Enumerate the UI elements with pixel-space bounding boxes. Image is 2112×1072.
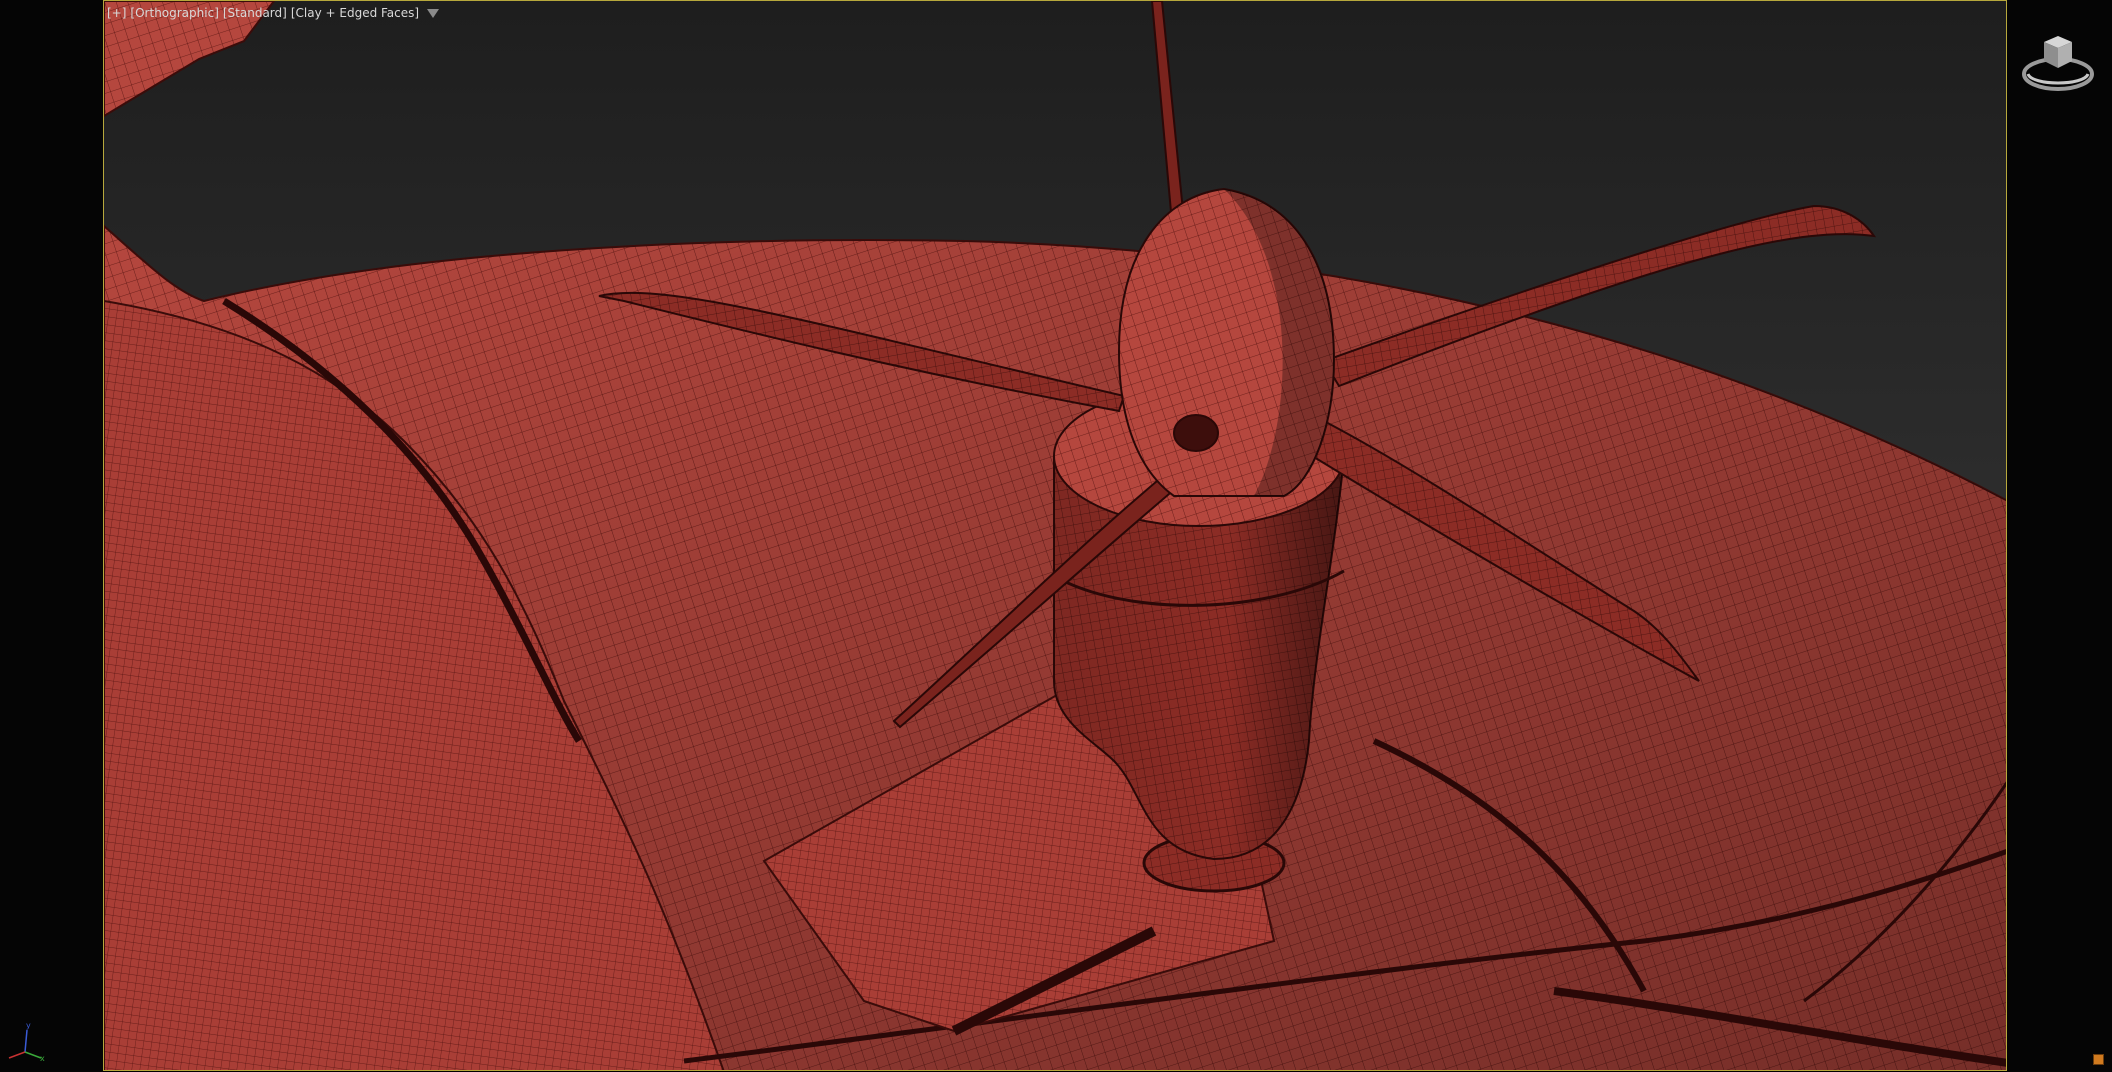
- viewport-shading-mode[interactable]: [Clay + Edged Faces]: [291, 6, 419, 20]
- scene-render[interactable]: [104, 1, 2007, 1071]
- viewport-view-type[interactable]: [Orthographic]: [130, 6, 218, 20]
- viewport-menu-plus[interactable]: [+]: [107, 6, 126, 20]
- filter-icon[interactable]: [427, 9, 440, 18]
- axis-x-label: x: [40, 1054, 45, 1062]
- left-panel: [0, 0, 103, 1072]
- axis-y-label: y: [26, 1021, 31, 1030]
- viewcube-icon[interactable]: [2018, 28, 2098, 98]
- perspective-viewport[interactable]: [+] [Orthographic] [Standard] [Clay + Edged…: [103, 0, 2007, 1071]
- viewport-corner-icon[interactable]: [2093, 1054, 2104, 1065]
- right-panel: [2007, 0, 2112, 1072]
- viewport-preset[interactable]: [Standard]: [223, 6, 287, 20]
- viewport-label[interactable]: [+] [Orthographic] [Standard] [Clay + Edged…: [107, 6, 443, 20]
- blade-top: [1150, 1, 1186, 225]
- axis-tripod-icon: y x: [8, 1021, 45, 1062]
